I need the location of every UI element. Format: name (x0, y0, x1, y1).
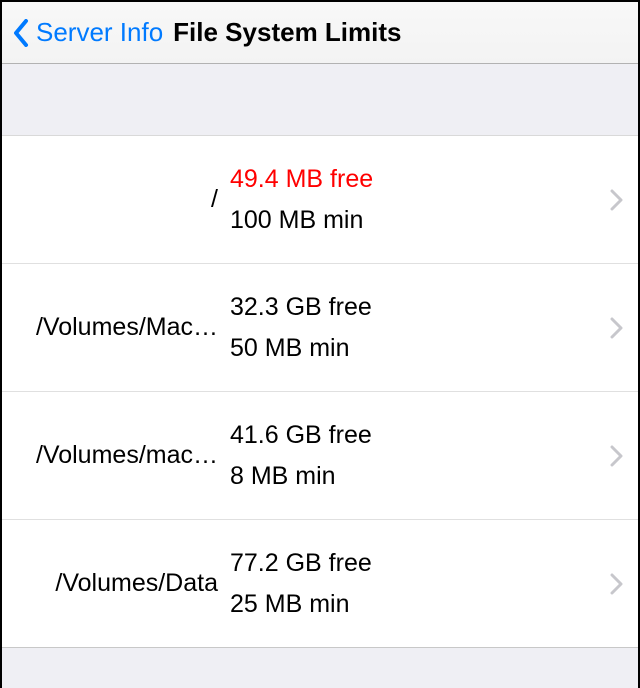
fs-min: 8 MB min (230, 462, 602, 491)
fs-values: 32.3 GB free 50 MB min (230, 293, 602, 363)
fs-free: 32.3 GB free (230, 293, 602, 322)
fs-free: 41.6 GB free (230, 421, 602, 450)
back-button[interactable]: Server Info (12, 17, 163, 48)
section-spacer (2, 648, 638, 688)
section-spacer (2, 64, 638, 136)
fs-free: 49.4 MB free (230, 165, 602, 194)
fs-values: 77.2 GB free 25 MB min (230, 549, 602, 619)
chevron-right-icon (610, 189, 624, 211)
chevron-left-icon (12, 18, 30, 48)
page-title: File System Limits (173, 17, 401, 48)
fs-free: 77.2 GB free (230, 549, 602, 578)
list-item[interactable]: / 49.4 MB free 100 MB min (2, 136, 638, 264)
fs-min: 100 MB min (230, 206, 602, 235)
fs-values: 41.6 GB free 8 MB min (230, 421, 602, 491)
chevron-right-icon (610, 317, 624, 339)
filesystem-list: / 49.4 MB free 100 MB min /Volumes/Mac… … (2, 136, 638, 648)
fs-min: 50 MB min (230, 334, 602, 363)
list-item[interactable]: /Volumes/Mac… 32.3 GB free 50 MB min (2, 264, 638, 392)
list-item[interactable]: /Volumes/mac… 41.6 GB free 8 MB min (2, 392, 638, 520)
chevron-right-icon (610, 573, 624, 595)
navigation-bar: Server Info File System Limits (2, 2, 638, 64)
fs-path: /Volumes/Mac… (20, 313, 230, 342)
fs-path: / (20, 185, 230, 214)
back-label: Server Info (36, 17, 163, 48)
chevron-right-icon (610, 445, 624, 467)
fs-path: /Volumes/mac… (20, 441, 230, 470)
fs-path: /Volumes/Data (20, 569, 230, 598)
fs-min: 25 MB min (230, 590, 602, 619)
fs-values: 49.4 MB free 100 MB min (230, 165, 602, 235)
list-item[interactable]: /Volumes/Data 77.2 GB free 25 MB min (2, 520, 638, 648)
